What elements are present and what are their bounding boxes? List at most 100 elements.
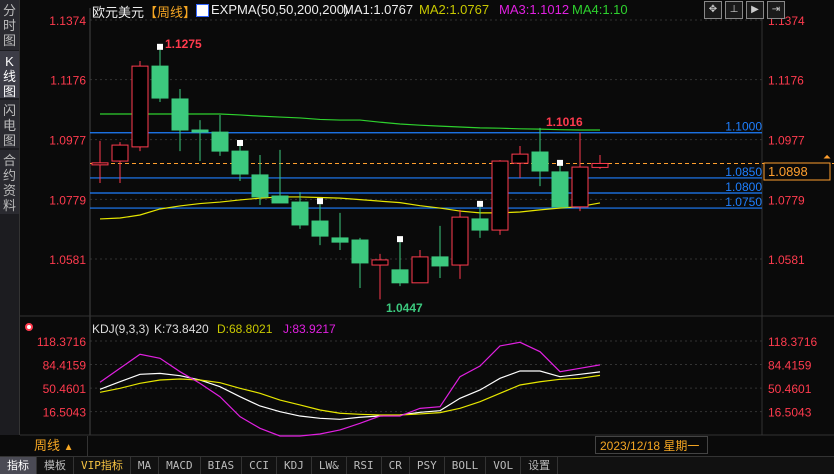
tab-ma[interactable]: MA — [131, 457, 160, 474]
indicator-chart-icon[interactable] — [196, 4, 209, 17]
candle[interactable] — [231, 145, 249, 181]
view-tabs: 分时图 K线图 闪电图 合约资料 — [0, 0, 20, 435]
y-tick-left: 1.1176 — [50, 74, 86, 88]
tab-rsi[interactable]: RSI — [347, 457, 382, 474]
candle-body — [291, 201, 309, 226]
candle-body — [391, 269, 409, 284]
y-tick-left: 1.0581 — [49, 253, 86, 267]
tab-lw&[interactable]: LW& — [312, 457, 347, 474]
candle-body — [591, 162, 609, 168]
tab-kline[interactable]: K线图 — [0, 51, 19, 99]
candle-body — [331, 237, 349, 243]
candle[interactable] — [371, 253, 389, 300]
indicator-tabs: 指标 模板 VIP指标 MA MACD BIAS CCI KDJ LW& RSI CR PSY BOLL… — [0, 456, 834, 474]
kdj-k: K:73.8420 — [154, 322, 209, 336]
candle-body — [211, 131, 229, 152]
play-icon[interactable]: ▶ — [746, 1, 764, 19]
tab-kdj[interactable]: KDJ — [277, 457, 312, 474]
local-high-label: 1.1016 — [546, 115, 583, 129]
tab-模板[interactable]: 模板 — [37, 457, 74, 474]
candle[interactable] — [451, 209, 469, 279]
candle[interactable] — [311, 204, 329, 246]
ma2-value: MA2:1.0767 — [419, 2, 490, 17]
signal-marker — [477, 200, 483, 207]
kdj-tick-left: 50.4601 — [43, 382, 87, 396]
candle[interactable] — [331, 212, 349, 250]
symbol-name: 欧元美元 — [92, 5, 145, 20]
candle-body — [111, 144, 129, 162]
kdj-label: KDJ(9,3,3) — [92, 322, 149, 336]
candle[interactable] — [431, 225, 449, 278]
candle-body — [351, 239, 369, 264]
exit-icon[interactable]: ⇥ — [767, 1, 785, 19]
kdj-tick-right: 50.4601 — [768, 382, 812, 396]
toolbar-icons: ✥ ⊥ ▶ ⇥ — [704, 1, 785, 19]
high-label: 1.1275 — [165, 37, 202, 51]
tab-flash[interactable]: 闪电图 — [0, 100, 19, 148]
tab-macd[interactable]: MACD — [159, 457, 201, 474]
candle[interactable] — [171, 89, 189, 152]
candle-body — [471, 218, 489, 231]
candle[interactable] — [351, 237, 369, 288]
tab-bias[interactable]: BIAS — [201, 457, 243, 474]
candle[interactable] — [411, 249, 429, 284]
candle[interactable] — [271, 149, 289, 204]
price-level-label: 1.1000 — [725, 120, 762, 134]
tab-cr[interactable]: CR — [382, 457, 410, 474]
candle[interactable] — [511, 145, 529, 178]
ma1-value: MA1:1.0767 — [343, 2, 414, 17]
candle-body — [571, 166, 589, 208]
candle[interactable] — [131, 60, 149, 152]
tab-psy[interactable]: PSY — [410, 457, 445, 474]
fit-icon[interactable]: ⊥ — [725, 1, 743, 19]
kdj-tick-right: 84.4159 — [768, 359, 812, 373]
tab-vip指标[interactable]: VIP指标 — [74, 457, 131, 474]
candle-body — [511, 153, 529, 164]
chart-canvas[interactable]: 1.10001.08501.08001.0750 1.1374 1.13741.1… — [0, 0, 834, 473]
tab-timeshare[interactable]: 分时图 — [0, 0, 19, 50]
tab-vol[interactable]: VOL — [486, 457, 522, 474]
candle[interactable] — [571, 132, 589, 212]
period-tag: 【周线】 — [144, 5, 197, 20]
candle-body — [551, 171, 569, 208]
y-tick-right: 1.0581 — [768, 253, 805, 267]
candle-body — [251, 174, 269, 198]
kdj-tick-left: 16.5043 — [43, 406, 87, 420]
price-level-label: 1.0800 — [725, 180, 762, 194]
candle[interactable] — [191, 120, 209, 162]
signal-marker — [397, 236, 403, 243]
ma4-value: MA4:1.10 — [572, 2, 628, 17]
move-icon[interactable]: ✥ — [704, 1, 722, 19]
tab-boll[interactable]: BOLL — [445, 457, 487, 474]
candle-body — [271, 195, 289, 204]
candle[interactable] — [91, 140, 109, 184]
scroll-up-icon[interactable]: ⏶ — [823, 152, 831, 163]
candle[interactable] — [591, 155, 609, 169]
candle-body — [451, 216, 469, 266]
kdj-tick-left: 118.3716 — [37, 335, 86, 349]
kdj-tick-right: 16.5043 — [768, 406, 812, 420]
candle-body — [371, 259, 389, 266]
candle-body — [231, 150, 249, 175]
tab-cci[interactable]: CCI — [242, 457, 277, 474]
tab-contract-info[interactable]: 合约资料 — [0, 150, 19, 214]
candle[interactable] — [551, 165, 569, 208]
candle[interactable] — [391, 242, 409, 287]
tab-指标[interactable]: 指标 — [0, 457, 37, 474]
candle-body — [491, 160, 509, 231]
triangle-up-icon: ▲ — [63, 442, 74, 453]
price-level-label: 1.0750 — [725, 195, 762, 209]
candle[interactable] — [211, 114, 229, 156]
signal-marker — [317, 198, 323, 205]
kdj-tick-left: 84.4159 — [43, 359, 87, 373]
y-tick-left: 1.0977 — [49, 134, 86, 148]
kdj-settings-icon[interactable] — [25, 323, 33, 331]
candle[interactable] — [471, 206, 489, 238]
period-selector[interactable]: 周线 ▲ — [20, 436, 88, 456]
candle[interactable] — [151, 49, 169, 102]
candle[interactable] — [491, 160, 509, 235]
current-price: 1.0898 — [768, 164, 808, 179]
candle-body — [131, 65, 149, 148]
tab-设置[interactable]: 设置 — [521, 457, 559, 474]
candle[interactable] — [111, 142, 129, 184]
